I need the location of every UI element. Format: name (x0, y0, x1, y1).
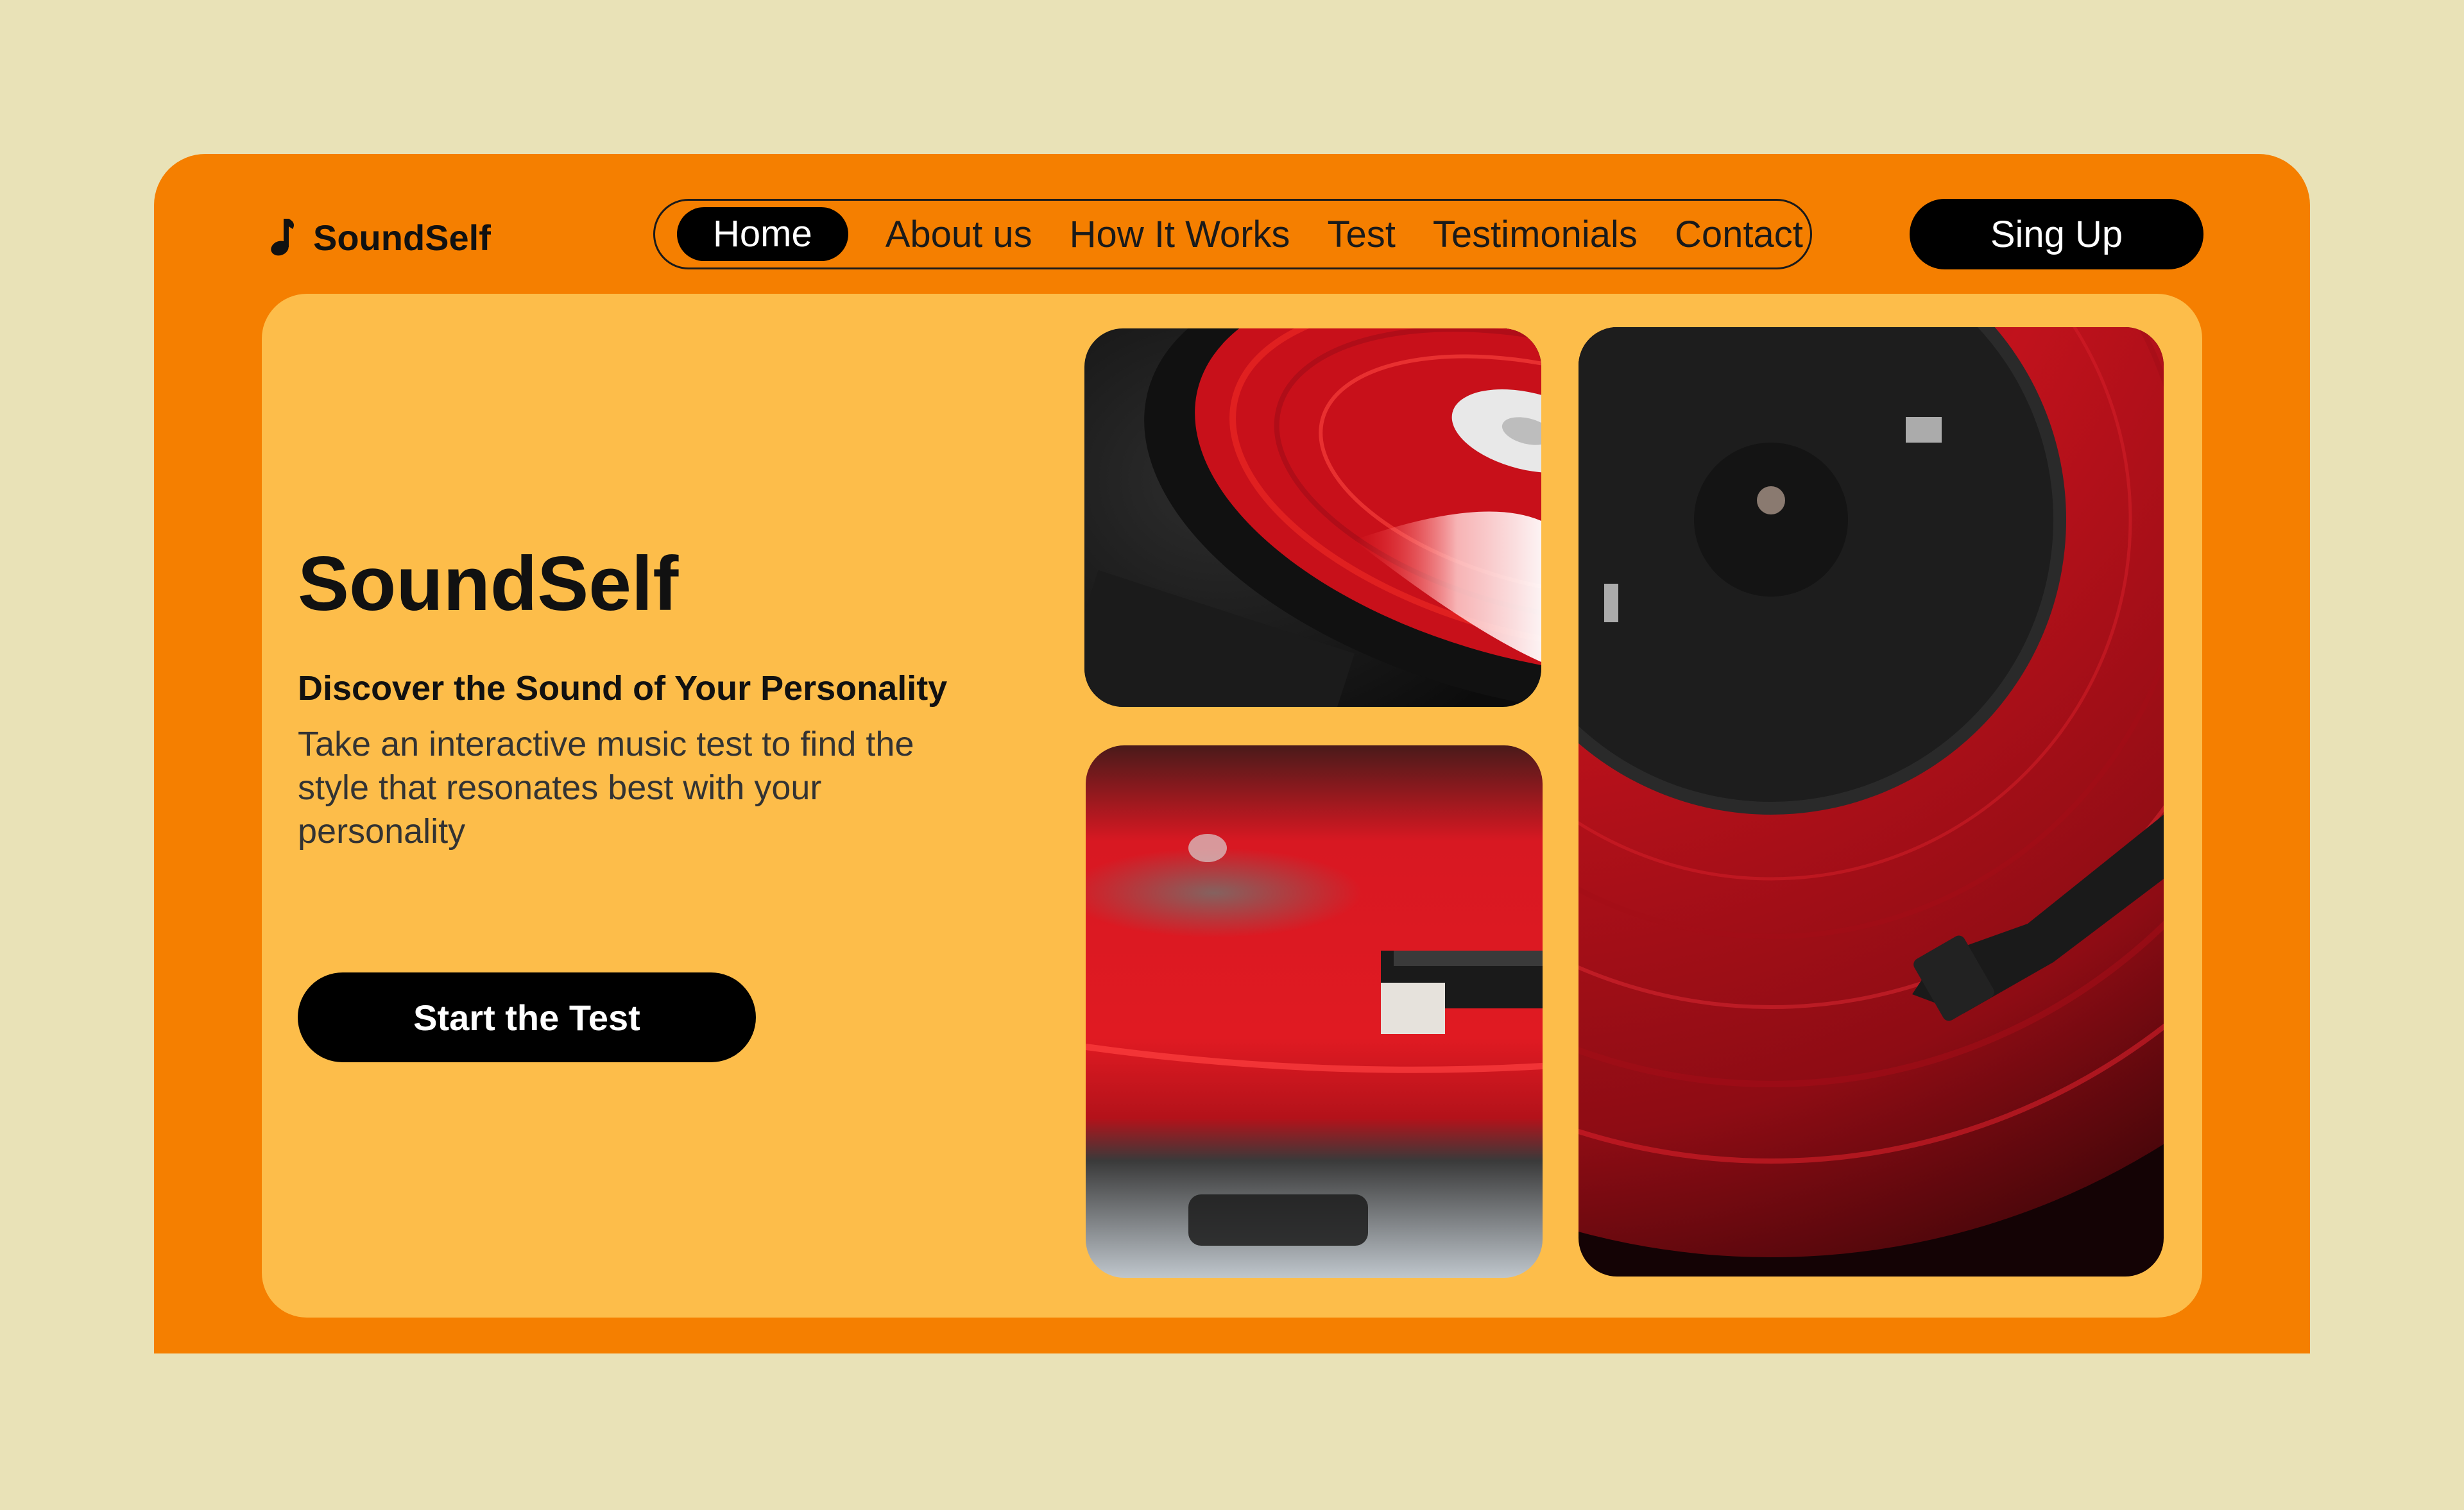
nav-item-testimonials[interactable]: Testimonials (1433, 213, 1638, 256)
hero-title: SoundSelf (298, 541, 679, 627)
nav-item-test[interactable]: Test (1327, 213, 1395, 256)
nav-item-how-it-works[interactable]: How It Works (1070, 213, 1290, 256)
brand-logo[interactable]: SoundSelf (270, 212, 491, 263)
nav-item-contact[interactable]: Contact (1675, 213, 1803, 256)
hero-description: Take an interactive music test to find t… (298, 725, 914, 851)
main-nav: Home About us How It Works Test Testimon… (653, 199, 1812, 269)
nav-item-home[interactable]: Home (677, 207, 848, 261)
page-frame: SoundSelf Home About us How It Works Tes… (154, 154, 2310, 1353)
hero-subtitle: Discover the Sound of Your Personality (298, 669, 948, 708)
music-note-icon (270, 217, 295, 257)
signup-button[interactable]: Sing Up (1910, 199, 2203, 269)
vinyl-photo-closeup (1084, 328, 1541, 707)
vinyl-photo-needle (1086, 745, 1543, 1278)
brand-name: SoundSelf (313, 217, 491, 258)
hero-panel: SoundSelf Discover the Sound of Your Per… (262, 294, 2202, 1318)
start-test-button[interactable]: Start the Test (298, 972, 756, 1062)
vinyl-photo-label (1579, 327, 2164, 1277)
nav-item-about-us[interactable]: About us (886, 213, 1032, 256)
